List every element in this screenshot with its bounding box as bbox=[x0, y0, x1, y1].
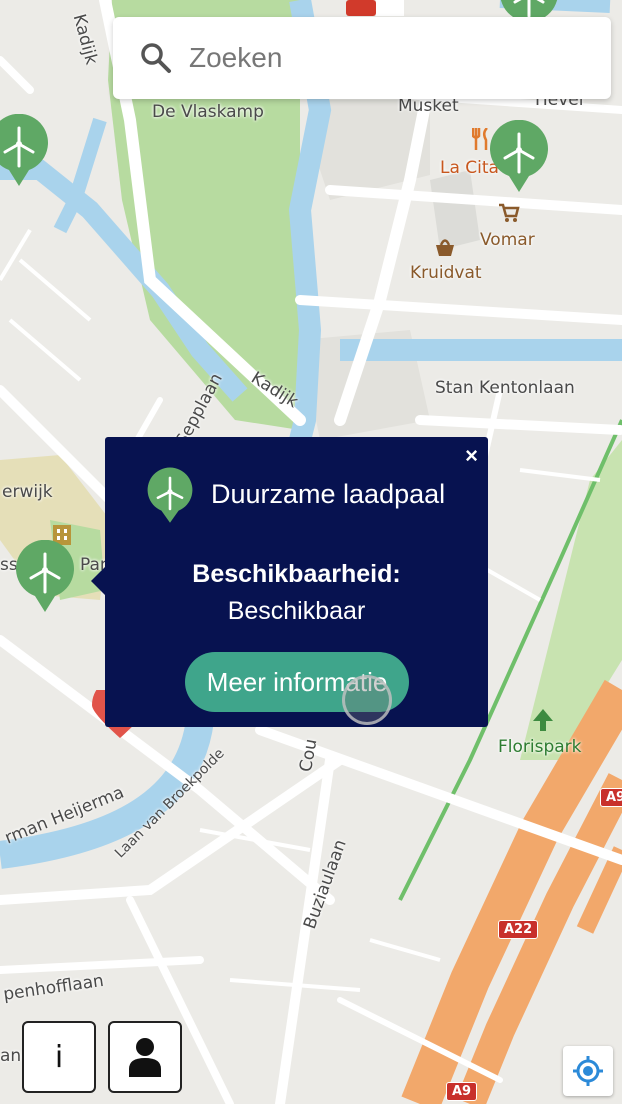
restaurant-icon[interactable] bbox=[472, 128, 492, 150]
search-icon bbox=[141, 43, 171, 73]
street-label: Musket bbox=[398, 96, 459, 116]
close-button[interactable]: × bbox=[465, 443, 478, 469]
charging-station-marker[interactable] bbox=[0, 114, 48, 188]
locate-icon bbox=[573, 1056, 603, 1086]
popup-title: Duurzame laadpaal bbox=[211, 479, 446, 509]
locate-button[interactable] bbox=[563, 1046, 613, 1096]
availability-value: Beschikbaar bbox=[227, 597, 366, 625]
wind-turbine-icon bbox=[147, 467, 193, 523]
info-icon: i bbox=[54, 1039, 64, 1075]
shopping-basket-icon[interactable] bbox=[434, 236, 456, 258]
poi-label: Vomar bbox=[480, 230, 535, 250]
street-label: Stan Kentonlaan bbox=[435, 378, 575, 398]
street-label: De Vlaskamp bbox=[152, 102, 264, 122]
charging-station-marker-selected[interactable] bbox=[16, 540, 74, 614]
marker-top-icon[interactable] bbox=[346, 0, 406, 18]
profile-button[interactable] bbox=[108, 1021, 182, 1093]
street-label: an bbox=[0, 1046, 22, 1066]
shopping-cart-icon[interactable] bbox=[498, 203, 520, 223]
touch-indicator bbox=[342, 675, 392, 725]
road-shield: A9 bbox=[446, 1082, 478, 1101]
road-shield: A22 bbox=[498, 920, 539, 939]
search-bar[interactable] bbox=[113, 17, 611, 99]
info-button[interactable]: i bbox=[22, 1021, 96, 1093]
search-input[interactable] bbox=[187, 41, 551, 75]
popup-pointer bbox=[91, 567, 105, 595]
street-label: erwijk bbox=[2, 482, 53, 502]
poi-label: Kruidvat bbox=[410, 263, 482, 283]
person-icon bbox=[129, 1038, 161, 1077]
poi-label: Florispark bbox=[498, 737, 582, 757]
charging-station-marker[interactable] bbox=[490, 120, 548, 194]
app-root: Kadijk De Vlaskamp Musket Hevel Stan Ken… bbox=[0, 0, 622, 1104]
availability-label: Beschikbaarheid: bbox=[192, 560, 401, 588]
road-shield: A9 bbox=[600, 788, 622, 807]
charging-station-popup: × Duurzame laadpaal Beschikbaarheid: Bes… bbox=[91, 437, 488, 727]
park-tree-icon[interactable] bbox=[532, 708, 554, 732]
